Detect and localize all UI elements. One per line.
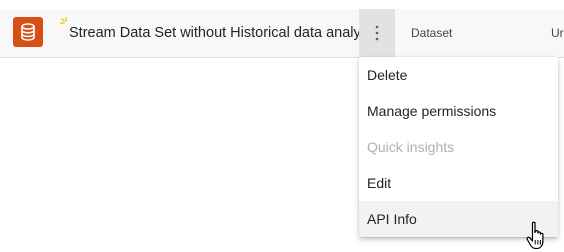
database-icon[interactable]	[13, 17, 43, 47]
dataset-row[interactable]: Stream Data Set without Historical data …	[0, 9, 564, 58]
vertical-ellipsis-icon	[375, 25, 379, 41]
menu-item-manage-permissions[interactable]: Manage permissions	[359, 93, 558, 129]
menu-item-delete[interactable]: Delete	[359, 57, 558, 93]
menu-item-edit[interactable]: Edit	[359, 165, 558, 201]
dataset-name-link[interactable]: Stream Data Set without Historical data …	[69, 25, 372, 41]
more-options-button[interactable]	[359, 9, 395, 57]
context-menu: Delete Manage permissions Quick insights…	[359, 57, 558, 237]
menu-item-quick-insights: Quick insights	[367, 139, 455, 155]
item-type-cell: Dataset	[411, 26, 453, 40]
owner-cell: Ur	[551, 26, 564, 40]
hand-pointer-icon	[526, 221, 544, 250]
